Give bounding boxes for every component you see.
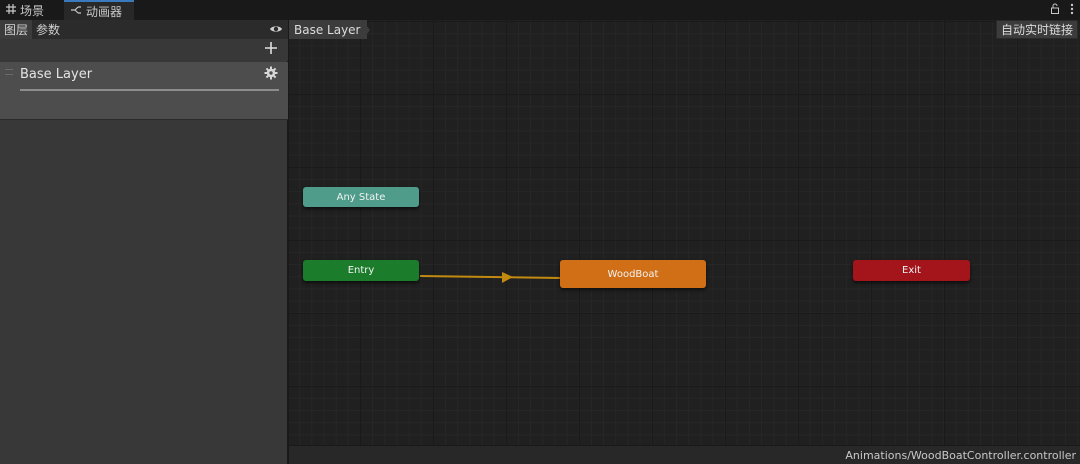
tab-parameters-label: 参数 xyxy=(36,23,61,37)
gear-icon[interactable] xyxy=(264,66,278,80)
layer-weight-bar[interactable] xyxy=(20,89,279,91)
state-entry-label: Entry xyxy=(347,265,375,276)
controller-path: Animations/WoodBoatController.controller xyxy=(845,448,1076,462)
state-exit-label: Exit xyxy=(902,265,921,276)
tab-animator[interactable]: 动画器 xyxy=(64,0,134,20)
state-machine-graph[interactable]: Base Layer 自动实时链接 Any State Entry WoodBo… xyxy=(289,20,1080,445)
eye-icon[interactable] xyxy=(269,22,283,36)
grid-icon xyxy=(6,3,16,17)
transition-arrow-icon xyxy=(502,272,513,283)
lock-icon[interactable] xyxy=(1050,3,1060,17)
tab-layers[interactable]: 图层 xyxy=(0,20,33,39)
state-woodboat-label: WoodBoat xyxy=(607,268,659,280)
tab-parameters[interactable]: 参数 xyxy=(32,20,64,39)
window-controls xyxy=(1050,0,1074,20)
tab-scene[interactable]: 场景 xyxy=(0,0,62,20)
layer-item-base[interactable]: Base Layer xyxy=(0,62,288,120)
plus-icon xyxy=(265,42,277,54)
state-woodboat[interactable]: WoodBoat xyxy=(560,260,706,288)
layer-name: Base Layer xyxy=(20,67,93,82)
drag-handle-icon[interactable] xyxy=(5,69,13,75)
layers-params-tabs: 图层 参数 xyxy=(0,20,288,39)
status-bar: Animations/WoodBoatController.controller xyxy=(289,445,1080,464)
more-options-icon[interactable] xyxy=(1070,3,1074,18)
tab-scene-label: 场景 xyxy=(20,3,45,18)
state-exit[interactable]: Exit xyxy=(853,260,970,281)
transition-entry-woodboat[interactable] xyxy=(419,275,561,279)
transition-layer xyxy=(419,272,561,283)
add-layer-button[interactable] xyxy=(264,41,278,59)
state-any-state-label: Any State xyxy=(336,191,386,203)
tab-animator-label: 动画器 xyxy=(86,4,123,19)
add-layer-row xyxy=(0,39,288,61)
window-tab-bar: 场景 动画器 xyxy=(0,0,1080,20)
layers-panel: 图层 参数 Base Layer xyxy=(0,20,288,464)
state-any-state[interactable]: Any State xyxy=(303,187,419,207)
animator-icon xyxy=(70,4,82,18)
tab-layers-label: 图层 xyxy=(4,23,29,37)
state-entry[interactable]: Entry xyxy=(303,260,419,281)
